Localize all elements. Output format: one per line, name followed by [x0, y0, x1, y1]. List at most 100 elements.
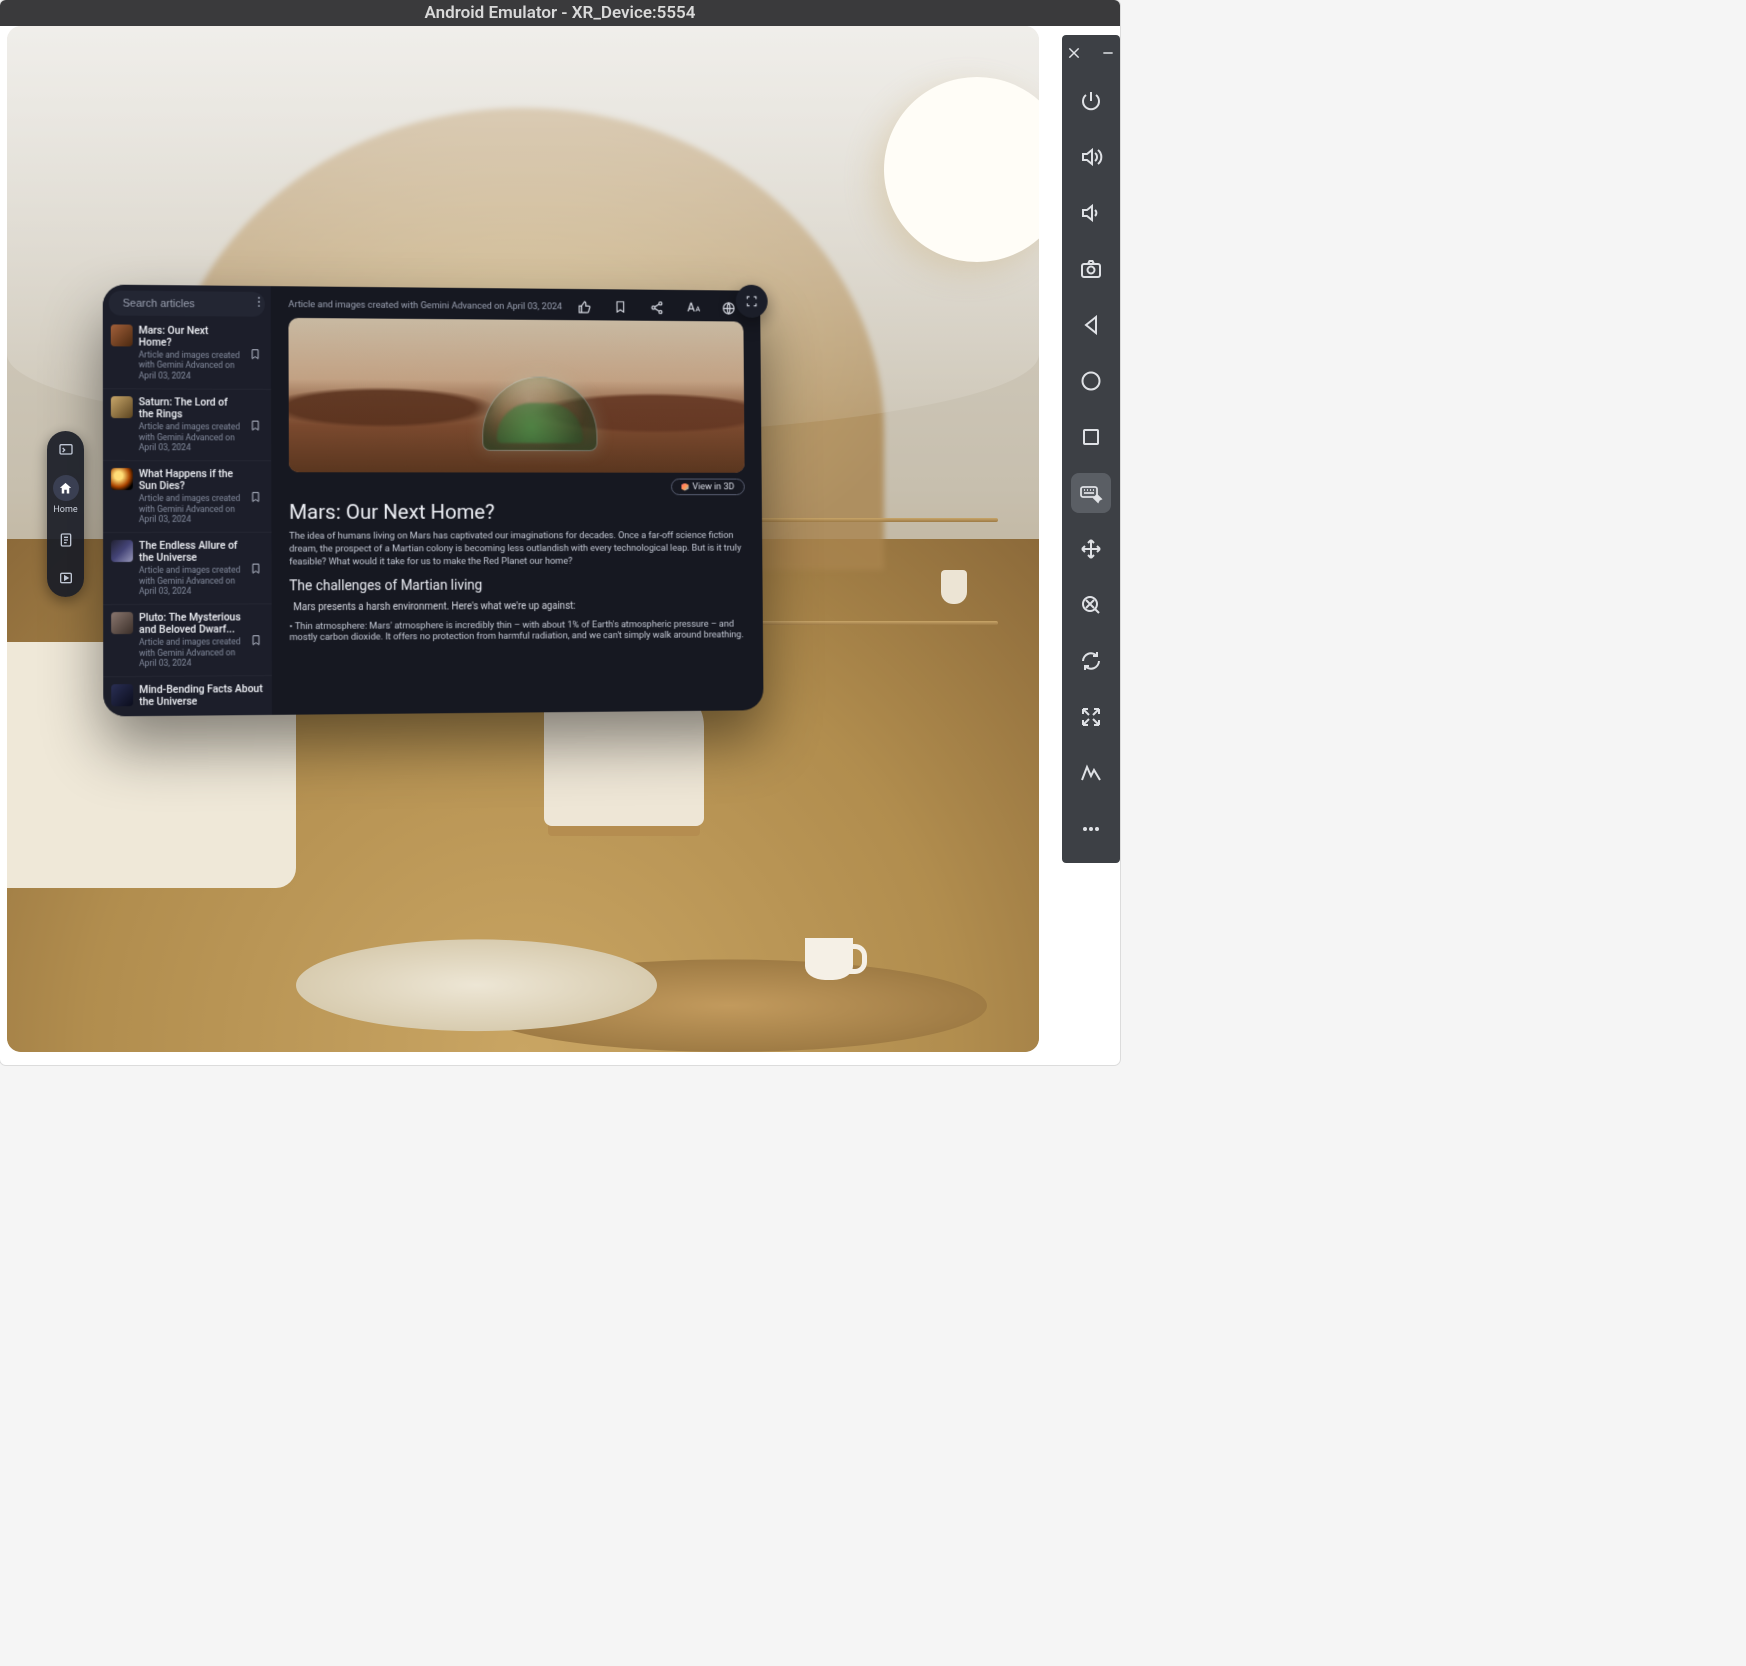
cube-icon — [681, 483, 689, 491]
nav-home[interactable] — [53, 475, 79, 501]
list-item-title: What Happens if the Sun Dies? — [139, 468, 244, 492]
thumbnail — [111, 684, 133, 706]
article-content: Article and images created with Gemini A… — [271, 286, 764, 715]
list-item[interactable]: Saturn: The Lord of the Rings Article an… — [103, 389, 271, 461]
emulator-toolbar — [1062, 35, 1120, 863]
volume-down-icon — [1079, 201, 1103, 225]
list-item[interactable]: Mars: Our Next Home? Article and images … — [103, 317, 271, 390]
article-title: Mars: Our Next Home? — [289, 501, 745, 525]
view-3d-button[interactable]: View in 3D — [671, 479, 745, 496]
article-section-heading: The challenges of Martian living — [289, 577, 745, 594]
thumbnail — [111, 540, 133, 562]
list-item-title: Mars: Our Next Home? — [139, 325, 244, 350]
more-icon — [1079, 817, 1103, 841]
nav-home-label: Home — [53, 505, 77, 515]
text-size-button[interactable] — [685, 300, 700, 316]
rotate-button[interactable] — [1071, 641, 1111, 681]
search-input[interactable] — [123, 297, 263, 310]
list-item[interactable]: Pluto: The Mysterious and Beloved Dwarf.… — [103, 605, 272, 678]
globe-icon — [721, 301, 735, 316]
list-item-title: Mind-Bending Facts About the Universe — [139, 683, 264, 708]
zoom-reset-button[interactable] — [1071, 585, 1111, 625]
nav-console[interactable] — [53, 437, 79, 463]
volume-up-icon — [1079, 145, 1103, 169]
zoom-reset-icon — [1079, 593, 1103, 617]
text-size-icon — [685, 300, 700, 316]
camera-icon — [1079, 257, 1103, 281]
back-button[interactable] — [1071, 305, 1111, 345]
more-button[interactable] — [251, 294, 267, 310]
depth-icon — [1079, 761, 1103, 785]
source-caption: Article and images created with Gemini A… — [288, 299, 576, 312]
screenshot-button[interactable] — [1071, 249, 1111, 289]
list-item-meta: Article and images created with Gemini A… — [139, 638, 244, 670]
volume-down-button[interactable] — [1071, 193, 1111, 233]
power-button[interactable] — [1071, 81, 1111, 121]
overview-square-icon — [1079, 425, 1103, 449]
pan-button[interactable] — [1071, 529, 1111, 569]
thumbs-up-icon — [577, 299, 591, 314]
bookmark-button[interactable] — [249, 397, 263, 454]
close-button[interactable] — [1066, 45, 1082, 61]
back-icon — [1079, 313, 1103, 337]
depth-button[interactable] — [1071, 753, 1111, 793]
bookmark-button[interactable] — [250, 468, 264, 525]
thumbnail — [111, 468, 133, 490]
power-icon — [1079, 89, 1103, 113]
bookmark-button[interactable] — [613, 299, 628, 315]
list-item-meta — [139, 709, 264, 710]
article-panel-wrap: Mars: Our Next Home? Article and images … — [103, 285, 764, 717]
thumbnail — [111, 396, 133, 418]
bookmark-icon — [249, 419, 261, 431]
list-item-meta: Article and images created with Gemini A… — [139, 422, 244, 453]
article-section-intro: Mars presents a harsh environment. Here'… — [293, 601, 745, 614]
list-item-meta: Article and images created with Gemini A… — [139, 566, 244, 597]
collapse-button[interactable] — [1071, 697, 1111, 737]
content-toolbar: Article and images created with Gemini A… — [288, 296, 743, 316]
bookmark-button[interactable] — [249, 325, 263, 382]
keyboard-mouse-icon — [1079, 481, 1103, 505]
thumbnail — [111, 324, 133, 346]
list-item-title: Saturn: The Lord of the Rings — [139, 396, 244, 420]
globe-button[interactable] — [721, 300, 736, 316]
window-title: Android Emulator - XR_Device:5554 — [425, 3, 696, 23]
list-item[interactable]: Mind-Bending Facts About the Universe — [103, 676, 272, 716]
list-item-meta: Article and images created with Gemini A… — [139, 351, 244, 382]
bookmark-icon — [250, 491, 262, 503]
bookmark-icon — [250, 634, 262, 646]
more-vert-icon — [252, 295, 266, 309]
bookmark-icon — [249, 348, 261, 360]
article-panel: Mars: Our Next Home? Article and images … — [103, 285, 764, 717]
xr-viewport[interactable]: Home — [7, 26, 1039, 1052]
view-3d-label: View in 3D — [692, 481, 734, 492]
nav-video[interactable] — [53, 565, 79, 591]
list-item-meta: Article and images created with Gemini A… — [139, 494, 244, 525]
article-list: Mars: Our Next Home? Article and images … — [103, 317, 272, 716]
list-item-title: The Endless Allure of the Universe — [139, 540, 244, 564]
emulator-window: Android Emulator - XR_Device:5554 Ho — [0, 0, 1120, 1065]
overview-circle-icon — [1079, 369, 1103, 393]
pan-icon — [1079, 537, 1103, 561]
list-item[interactable]: The Endless Allure of the Universe Artic… — [103, 533, 272, 605]
article-sidebar: Mars: Our Next Home? Article and images … — [103, 285, 272, 717]
nav-article[interactable] — [53, 527, 79, 553]
list-item-title: Pluto: The Mysterious and Beloved Dwarf.… — [139, 612, 244, 637]
thumbnail — [111, 612, 133, 634]
collapse-icon — [1079, 705, 1103, 729]
more-button[interactable] — [1071, 809, 1111, 849]
minimize-button[interactable] — [1100, 45, 1116, 61]
list-item[interactable]: What Happens if the Sun Dies? Article an… — [103, 461, 271, 533]
hero-image — [288, 318, 744, 473]
volume-up-button[interactable] — [1071, 137, 1111, 177]
search-field[interactable] — [109, 291, 265, 317]
article-bullet: Thin atmosphere: Mars' atmosphere is inc… — [289, 619, 746, 643]
home-button[interactable] — [1071, 361, 1111, 401]
rotate-icon — [1079, 649, 1103, 673]
overview-button[interactable] — [1071, 417, 1111, 457]
bookmark-button[interactable] — [250, 612, 264, 669]
share-button[interactable] — [649, 299, 664, 315]
bookmark-button[interactable] — [250, 540, 264, 597]
input-mode-button[interactable] — [1071, 473, 1111, 513]
thumbs-up-button[interactable] — [576, 299, 591, 315]
window-titlebar: Android Emulator - XR_Device:5554 — [0, 0, 1120, 26]
